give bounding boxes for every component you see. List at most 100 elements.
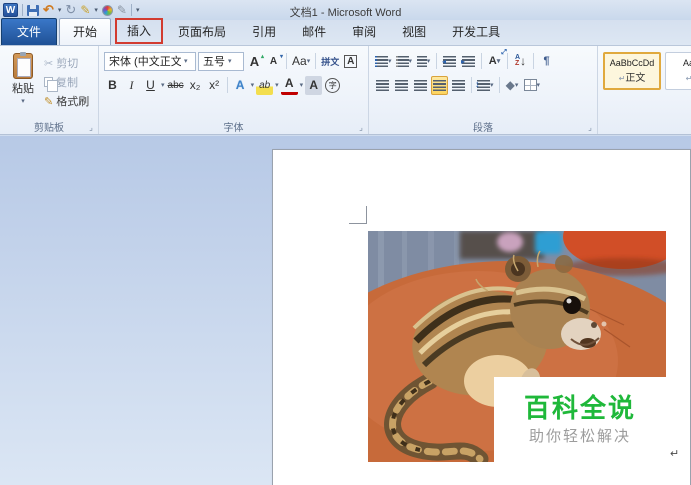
- font-color-dropdown-icon[interactable]: ▾: [300, 81, 304, 89]
- chevron-down-icon[interactable]: ▾: [184, 57, 188, 65]
- chipmunk-photo[interactable]: 百科全说 助你轻松解决: [368, 231, 666, 462]
- strikethrough-button[interactable]: abc: [167, 76, 185, 95]
- copy-button[interactable]: 复制: [44, 74, 89, 90]
- align-center-button[interactable]: [393, 76, 410, 95]
- borders-grid-icon: [524, 79, 537, 91]
- highlight-dropdown-icon[interactable]: ▾: [275, 81, 279, 89]
- sort-button[interactable]: AZ↓: [512, 52, 529, 71]
- paste-label: 粘贴: [12, 80, 34, 96]
- paragraph-dialog-launcher[interactable]: ⌟: [585, 122, 595, 132]
- text-effects-dropdown-icon[interactable]: ▾: [251, 81, 255, 89]
- separator: [533, 53, 534, 69]
- separator: [471, 77, 472, 93]
- watermark-title: 百科全说: [524, 393, 636, 423]
- tab-file[interactable]: 文件: [1, 18, 57, 45]
- copy-label: 复制: [56, 74, 78, 90]
- multilevel-list-button[interactable]: ▾: [415, 52, 432, 71]
- character-shading-button[interactable]: A: [305, 76, 322, 95]
- subscript-button[interactable]: x₂: [187, 76, 204, 95]
- font-dialog-launcher[interactable]: ⌟: [356, 122, 366, 132]
- ribbon: 粘贴 ▾ ✂ 剪切 复制 ✎ 格式刷 剪贴板 ⌟: [0, 45, 691, 135]
- font-color-button[interactable]: A: [281, 76, 298, 95]
- italic-button[interactable]: I: [123, 76, 140, 95]
- show-formatting-marks-button[interactable]: ¶: [538, 52, 555, 71]
- tab-page-layout[interactable]: 页面布局: [165, 19, 239, 45]
- shrink-font-button[interactable]: A: [265, 52, 282, 71]
- text-effects-button[interactable]: A: [232, 76, 249, 95]
- paragraph-row-1: ▾ ▾ ▾ A▾ AZ↓ ¶: [371, 49, 595, 73]
- style-normal[interactable]: AaBbCcDd ↵正文: [603, 52, 661, 90]
- font-group-label: 字体: [99, 119, 368, 133]
- underline-button[interactable]: U: [142, 76, 159, 95]
- clipboard-group-label: 剪贴板: [0, 119, 98, 133]
- format-painter-icon: ✎: [44, 95, 53, 108]
- change-case-button[interactable]: Aa▾: [291, 52, 311, 71]
- paragraph-mark: ↵: [670, 447, 679, 460]
- clipboard-commands: ✂ 剪切 复制 ✎ 格式刷: [44, 49, 89, 118]
- format-painter-button[interactable]: ✎ 格式刷: [44, 93, 89, 109]
- phonetic-guide-button[interactable]: 拼文: [320, 52, 340, 71]
- word-window: W ↶ ▾ ↻ ✎ ▾ ✎ ▾ 文档1 - Microsoft Word 文件 …: [0, 0, 691, 485]
- bold-button[interactable]: B: [104, 76, 121, 95]
- numbering-button[interactable]: ▾: [395, 52, 414, 71]
- font-size-combo[interactable]: 五号 ▾: [198, 52, 244, 71]
- justify-button[interactable]: [431, 76, 448, 95]
- line-spacing-icon: [477, 80, 490, 91]
- font-name-combo[interactable]: 宋体 (中文正文 ▾: [104, 52, 196, 71]
- tab-view[interactable]: 视图: [389, 19, 439, 45]
- borders-button[interactable]: ▾: [523, 76, 542, 95]
- chevron-down-icon: ▾: [388, 57, 392, 65]
- group-styles: AaBbCcDd ↵正文 AaBb ↵无: [598, 46, 691, 134]
- paste-dropdown-icon[interactable]: ▾: [21, 97, 25, 105]
- asian-layout-button[interactable]: A▾: [486, 52, 503, 71]
- style-sample: AaBb: [683, 58, 691, 68]
- tab-mailings[interactable]: 邮件: [289, 19, 339, 45]
- tab-home[interactable]: 开始: [59, 18, 111, 45]
- align-right-button[interactable]: [412, 76, 429, 95]
- distribute-button[interactable]: [450, 76, 467, 95]
- tab-review[interactable]: 审阅: [339, 19, 389, 45]
- document-page[interactable]: 百科全说 助你轻松解决 ↵: [272, 149, 691, 485]
- tab-developer[interactable]: 开发工具: [439, 19, 513, 45]
- watermark-box: 百科全说 助你轻松解决: [494, 377, 666, 462]
- decrease-indent-icon: [443, 56, 456, 67]
- chevron-down-icon: ▾: [409, 57, 413, 65]
- clipboard-dialog-launcher[interactable]: ⌟: [86, 122, 96, 132]
- tab-insert[interactable]: 插入: [115, 18, 163, 44]
- separator: [315, 53, 316, 69]
- scissors-icon: ✂: [44, 57, 53, 70]
- increase-indent-button[interactable]: [460, 52, 477, 71]
- character-border-icon: A: [344, 55, 357, 68]
- superscript-button[interactable]: x²: [206, 76, 223, 95]
- character-border-button[interactable]: A: [342, 52, 359, 71]
- bullets-button[interactable]: ▾: [374, 52, 393, 71]
- text-highlight-button[interactable]: ab: [256, 76, 273, 95]
- numbering-icon: [396, 56, 409, 67]
- align-left-button[interactable]: [374, 76, 391, 95]
- decrease-indent-button[interactable]: [441, 52, 458, 71]
- font-name-value: 宋体 (中文正文: [109, 53, 181, 69]
- format-painter-label: 格式刷: [56, 93, 89, 109]
- cut-label: 剪切: [56, 55, 78, 71]
- style-name: ↵正文: [619, 69, 646, 84]
- document-area[interactable]: 百科全说 助你轻松解决 ↵: [0, 136, 691, 485]
- paragraph-group-label: 段落: [369, 119, 597, 133]
- shading-button[interactable]: ◆▾: [504, 76, 521, 95]
- align-right-icon: [414, 80, 427, 91]
- chevron-down-icon: ▾: [497, 57, 501, 65]
- chevron-down-icon: ▾: [537, 81, 541, 89]
- paste-button[interactable]: 粘贴 ▾: [2, 49, 44, 118]
- enclose-characters-button[interactable]: 字: [324, 76, 341, 95]
- style-no-spacing[interactable]: AaBb ↵无: [665, 52, 691, 90]
- grow-font-button[interactable]: A: [246, 52, 263, 71]
- tab-references[interactable]: 引用: [239, 19, 289, 45]
- cut-button[interactable]: ✂ 剪切: [44, 55, 89, 71]
- separator: [286, 53, 287, 69]
- font-size-value: 五号: [203, 53, 225, 69]
- underline-dropdown-icon[interactable]: ▾: [161, 81, 165, 89]
- chevron-down-icon[interactable]: ▾: [228, 57, 232, 65]
- line-spacing-button[interactable]: ▾: [476, 76, 495, 95]
- ribbon-tab-row: 文件 开始 插入 页面布局 引用 邮件 审阅 视图 开发工具: [0, 20, 691, 45]
- increase-indent-icon: [462, 56, 475, 67]
- separator: [227, 77, 228, 93]
